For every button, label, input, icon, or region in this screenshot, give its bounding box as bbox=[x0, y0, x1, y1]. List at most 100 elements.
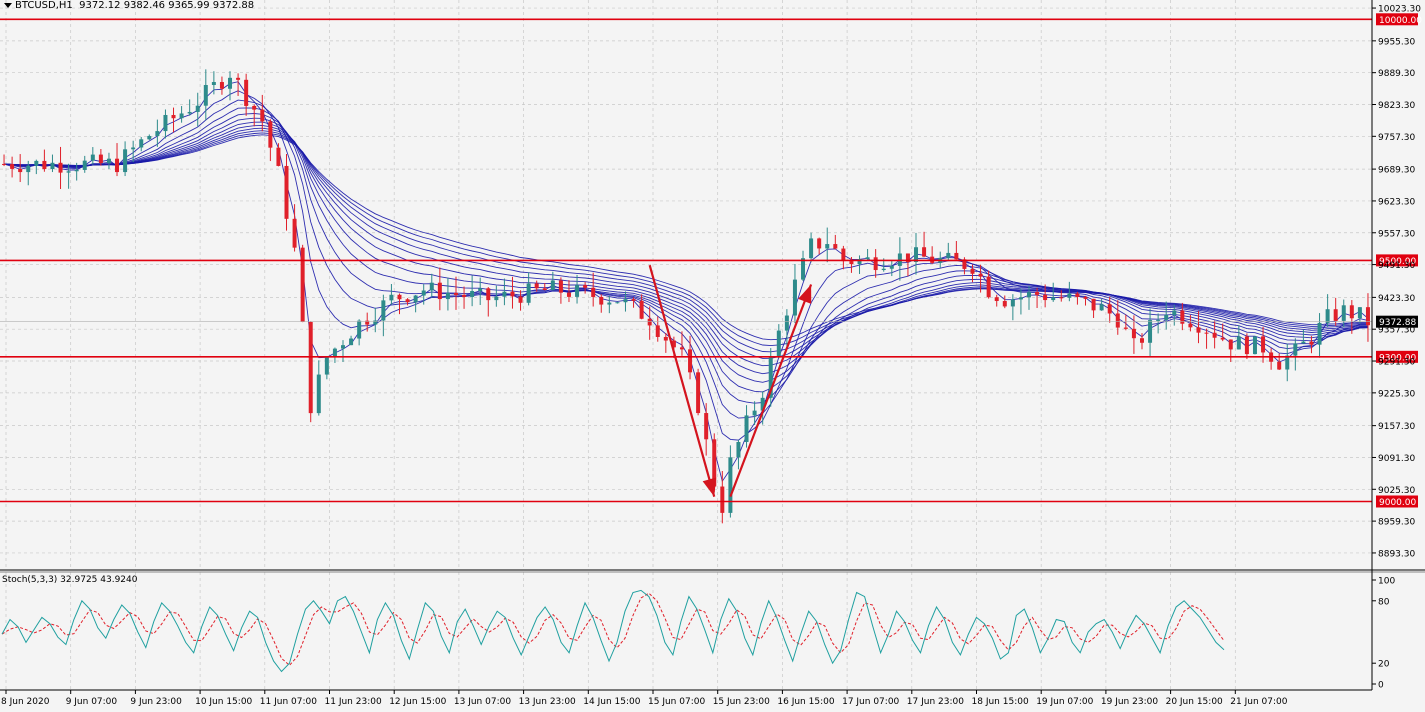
candle-body bbox=[292, 218, 297, 248]
candle-body bbox=[1357, 307, 1362, 319]
candle-body bbox=[623, 299, 628, 303]
y-tick-label: 9557.30 bbox=[1378, 229, 1415, 239]
candle-body bbox=[405, 299, 410, 303]
candle-body bbox=[357, 320, 362, 339]
y-tick-label: 9357.30 bbox=[1378, 326, 1415, 336]
x-tick-label: 12 Jun 15:00 bbox=[389, 697, 446, 707]
candle-body bbox=[1204, 332, 1209, 334]
candle-body bbox=[663, 336, 668, 341]
candle-body bbox=[1277, 361, 1282, 370]
candle-body bbox=[1067, 293, 1072, 298]
candle-body bbox=[1301, 341, 1306, 344]
candle-body bbox=[1365, 307, 1370, 326]
candle-body bbox=[1035, 292, 1040, 295]
x-tick-label: 19 Jun 07:00 bbox=[1036, 697, 1093, 707]
candle-body bbox=[131, 147, 136, 150]
candle-body bbox=[655, 325, 660, 337]
candle-body bbox=[954, 252, 959, 260]
candle-body bbox=[10, 164, 15, 169]
candle-body bbox=[696, 372, 701, 414]
candle-body bbox=[2, 163, 7, 165]
candle-body bbox=[575, 285, 580, 297]
candle-body bbox=[187, 111, 192, 114]
price-chart[interactable]: 10000.009500.009300.009000.009372.88 100… bbox=[0, 0, 1425, 712]
x-tick-label: 11 Jun 07:00 bbox=[260, 697, 317, 707]
x-tick-label: 17 Jun 07:00 bbox=[842, 697, 899, 707]
candle-body bbox=[994, 297, 999, 302]
x-tick-label: 14 Jun 15:00 bbox=[583, 697, 640, 707]
candle-body bbox=[970, 268, 975, 274]
candle-body bbox=[534, 283, 539, 289]
candle-body bbox=[502, 291, 507, 297]
candle-body bbox=[639, 300, 644, 319]
candle-body bbox=[986, 276, 991, 298]
stoch-y-tick-label: 100 bbox=[1378, 577, 1395, 587]
x-tick-label: 19 Jun 23:00 bbox=[1101, 697, 1158, 707]
candle-body bbox=[1156, 319, 1161, 321]
candle-body bbox=[1188, 323, 1193, 328]
candle-body bbox=[316, 374, 321, 414]
y-tick-label: 9823.30 bbox=[1378, 101, 1415, 111]
y-tick-label: 9491.30 bbox=[1378, 261, 1415, 271]
candle-body bbox=[260, 109, 265, 122]
candle-body bbox=[841, 248, 846, 262]
candle-body bbox=[728, 457, 733, 513]
candle-body bbox=[825, 244, 830, 249]
candle-body bbox=[445, 292, 450, 300]
candle-body bbox=[74, 169, 79, 172]
y-tick-label: 8959.30 bbox=[1378, 518, 1415, 528]
candle-body bbox=[421, 290, 426, 296]
level-label: 9000.00 bbox=[1379, 498, 1416, 508]
candle-body bbox=[324, 356, 329, 375]
x-tick-label: 21 Jun 07:00 bbox=[1230, 697, 1287, 707]
candle-body bbox=[542, 288, 547, 290]
x-tick-label: 16 Jun 15:00 bbox=[777, 697, 834, 707]
y-tick-label: 9225.30 bbox=[1378, 389, 1415, 399]
candle-body bbox=[615, 302, 620, 304]
candle-body bbox=[42, 160, 47, 170]
candle-body bbox=[494, 296, 499, 301]
y-tick-label: 8893.30 bbox=[1378, 549, 1415, 559]
candle-body bbox=[1027, 292, 1031, 298]
candle-body bbox=[389, 294, 394, 301]
candle-body bbox=[1341, 305, 1346, 321]
dropdown-icon[interactable] bbox=[4, 2, 12, 8]
x-tick-label: 18 Jun 15:00 bbox=[972, 697, 1029, 707]
candle-body bbox=[1059, 297, 1064, 299]
candle-body bbox=[817, 238, 822, 249]
y-tick-label: 9157.30 bbox=[1378, 422, 1415, 432]
candle-body bbox=[171, 114, 176, 119]
candle-body bbox=[18, 168, 23, 173]
candle-body bbox=[558, 280, 563, 293]
candle-body bbox=[1131, 328, 1136, 339]
candle-body bbox=[591, 287, 596, 297]
candle-body bbox=[1252, 336, 1257, 355]
y-tick-label: 9889.30 bbox=[1378, 69, 1415, 79]
candle-body bbox=[922, 247, 927, 257]
candle-body bbox=[98, 154, 103, 164]
y-tick-label: 10023.30 bbox=[1378, 5, 1421, 15]
candle-body bbox=[236, 77, 241, 80]
candle-body bbox=[308, 321, 313, 414]
candle-body bbox=[219, 82, 224, 89]
candle-body bbox=[115, 158, 120, 173]
candle-body bbox=[373, 320, 378, 325]
candle-body bbox=[155, 131, 160, 136]
candle-body bbox=[1075, 293, 1080, 297]
candle-body bbox=[341, 345, 345, 349]
candle-body bbox=[1228, 339, 1233, 350]
stoch-y-tick-label: 20 bbox=[1378, 660, 1390, 670]
candle-body bbox=[26, 165, 31, 173]
candle-body bbox=[744, 415, 749, 442]
x-tick-label: 9 Jun 07:00 bbox=[66, 697, 118, 707]
candle-body bbox=[106, 158, 111, 164]
candle-body bbox=[752, 410, 757, 416]
candle-body bbox=[526, 283, 531, 303]
candle-body bbox=[1285, 355, 1290, 370]
candle-body bbox=[865, 257, 870, 260]
candle-body bbox=[123, 149, 128, 173]
candle-body bbox=[881, 268, 886, 271]
candle-body bbox=[1010, 299, 1015, 307]
candle-body bbox=[631, 299, 636, 301]
candle-body bbox=[784, 315, 789, 331]
